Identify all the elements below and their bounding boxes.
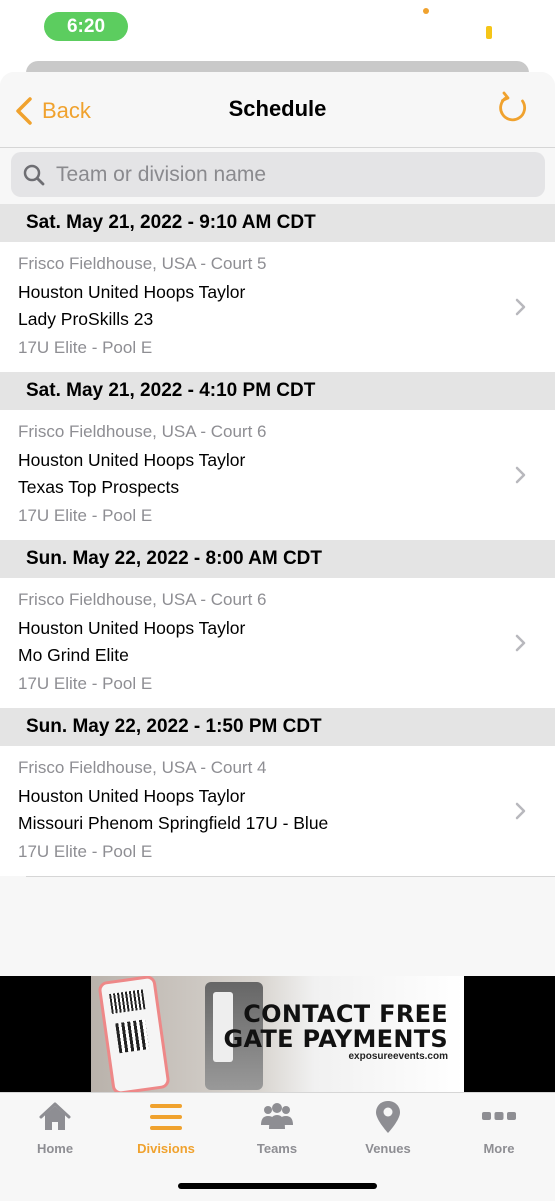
division-label: 17U Elite - Pool E (18, 506, 153, 525)
game-row[interactable]: Frisco Fieldhouse, USA - Court 4 Houston… (0, 746, 555, 876)
ad-url: exposureevents.com (348, 1051, 449, 1062)
ad-banner: CONTACT FREE GATE PAYMENTS exposureevent… (0, 976, 555, 1092)
search-bar (0, 148, 555, 204)
ellipsis-icon (482, 1112, 516, 1120)
division-label: 17U Elite - Pool E (18, 842, 153, 861)
tab-venues-label: Venues (365, 1141, 411, 1156)
ad-headline-line2: GATE PAYMENTS (223, 1025, 448, 1053)
division-label: 17U Elite - Pool E (18, 674, 153, 693)
chevron-right-icon (515, 802, 526, 820)
team-1-label: Houston United Hoops Taylor (18, 282, 246, 302)
status-bar: 6:20 (0, 0, 555, 60)
navigation-bar: Back Schedule (0, 72, 555, 148)
barcode-icon (109, 989, 146, 1014)
phone-illustration (97, 976, 171, 1092)
tab-teams-label: Teams (256, 1141, 298, 1156)
map-pin-icon (376, 1101, 400, 1133)
team-2-label: Missouri Phenom Springfield 17U - Blue (18, 813, 329, 833)
status-time: 6:20 (44, 12, 128, 41)
venue-label: Frisco Fieldhouse, USA - Court 6 (18, 422, 267, 441)
search-input[interactable] (54, 161, 538, 188)
game-row[interactable]: Frisco Fieldhouse, USA - Court 6 Houston… (0, 578, 555, 708)
team-1-label: Houston United Hoops Taylor (18, 786, 246, 806)
schedule-section: Sun. May 22, 2022 - 1:50 PM CDT Frisco F… (0, 708, 555, 876)
venue-label: Frisco Fieldhouse, USA - Court 5 (18, 254, 267, 273)
house-icon (39, 1102, 71, 1130)
qr-code-icon (115, 1019, 150, 1054)
recording-indicator-icon (423, 8, 429, 14)
tab-divisions-label: Divisions (137, 1141, 195, 1156)
list-icon (150, 1104, 182, 1130)
chevron-right-icon (515, 466, 526, 484)
schedule-section: Sat. May 21, 2022 - 9:10 AM CDT Frisco F… (0, 204, 555, 372)
schedule-list: Sat. May 21, 2022 - 9:10 AM CDT Frisco F… (0, 204, 555, 876)
team-1-label: Houston United Hoops Taylor (18, 450, 246, 470)
search-icon (23, 164, 45, 185)
tab-home-label: Home (36, 1141, 74, 1156)
people-icon (261, 1103, 293, 1129)
tab-teams[interactable]: Teams (227, 1099, 327, 1163)
home-indicator (178, 1183, 377, 1189)
team-2-label: Texas Top Prospects (18, 477, 180, 497)
refresh-button[interactable] (495, 90, 531, 126)
game-row[interactable]: Frisco Fieldhouse, USA - Court 5 Houston… (0, 242, 555, 372)
section-header: Sat. May 21, 2022 - 9:10 AM CDT (0, 204, 555, 242)
tab-divisions[interactable]: Divisions (116, 1099, 216, 1163)
team-2-label: Lady ProSkills 23 (18, 309, 154, 329)
schedule-section: Sun. May 22, 2022 - 8:00 AM CDT Frisco F… (0, 540, 555, 708)
search-field[interactable] (11, 152, 545, 197)
team-1-label: Houston United Hoops Taylor (18, 618, 246, 638)
battery-icon (486, 26, 492, 39)
tab-more-label: More (483, 1141, 515, 1156)
tab-more[interactable]: More (449, 1099, 549, 1163)
schedule-section: Sat. May 21, 2022 - 4:10 PM CDT Frisco F… (0, 372, 555, 540)
list-divider (26, 876, 555, 877)
section-header: Sun. May 22, 2022 - 1:50 PM CDT (0, 708, 555, 746)
tab-home[interactable]: Home (5, 1099, 105, 1163)
game-row[interactable]: Frisco Fieldhouse, USA - Court 6 Houston… (0, 410, 555, 540)
ad-image[interactable]: CONTACT FREE GATE PAYMENTS exposureevent… (91, 976, 464, 1092)
ad-headline-line1: CONTACT FREE (243, 1000, 448, 1028)
division-label: 17U Elite - Pool E (18, 338, 153, 357)
chevron-right-icon (515, 634, 526, 652)
section-header: Sun. May 22, 2022 - 8:00 AM CDT (0, 540, 555, 578)
venue-label: Frisco Fieldhouse, USA - Court 6 (18, 590, 267, 609)
tab-venues[interactable]: Venues (338, 1099, 438, 1163)
refresh-icon (499, 91, 526, 122)
page-title: Schedule (228, 96, 327, 121)
section-header: Sat. May 21, 2022 - 4:10 PM CDT (0, 372, 555, 410)
chevron-right-icon (515, 298, 526, 316)
venue-label: Frisco Fieldhouse, USA - Court 4 (18, 758, 267, 777)
team-2-label: Mo Grind Elite (18, 645, 129, 665)
